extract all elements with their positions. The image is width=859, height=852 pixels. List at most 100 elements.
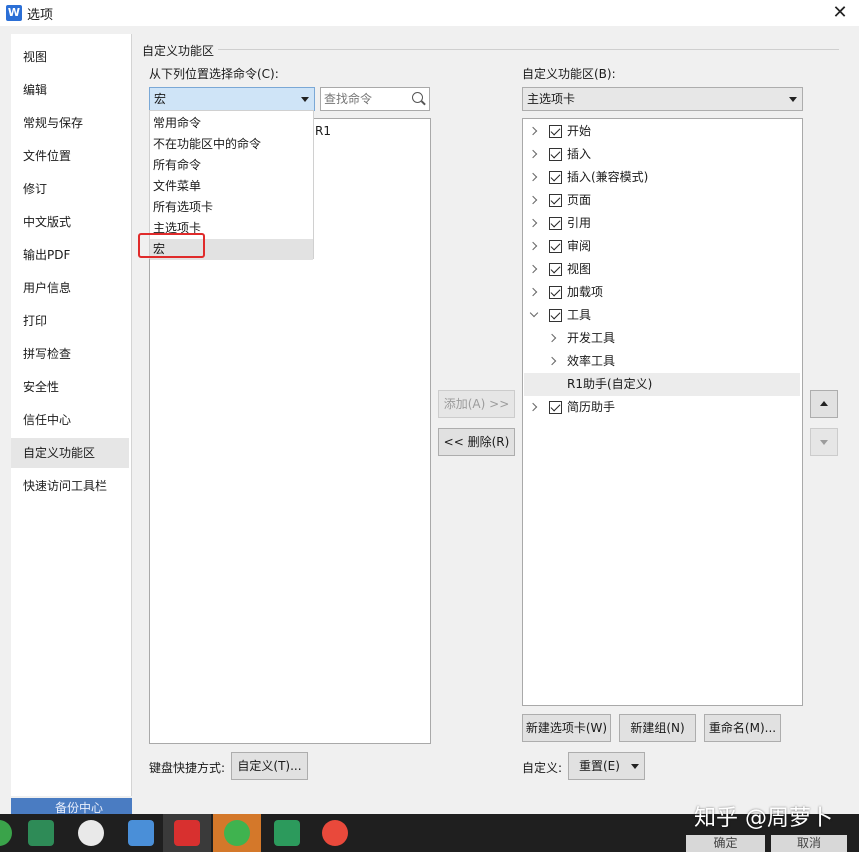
dropdown-option-common-commands[interactable]: 常用命令: [150, 113, 313, 134]
tree-item-efficiency-tools[interactable]: 效率工具: [524, 350, 800, 373]
checkbox-checked-icon[interactable]: [549, 125, 562, 138]
remove-button[interactable]: << 删除(R): [438, 428, 515, 456]
move-down-button[interactable]: [810, 428, 838, 456]
chevron-right-icon[interactable]: [528, 218, 538, 228]
move-up-button[interactable]: [810, 390, 838, 418]
title-bar: W 选项 ✕: [0, 0, 859, 26]
nav-item-revision[interactable]: 修订: [11, 174, 129, 204]
nav-item-general-save[interactable]: 常规与保存: [11, 108, 129, 138]
chrome-app-icon[interactable]: [322, 820, 348, 846]
tree-item-addins[interactable]: 加载项: [524, 281, 800, 304]
nav-item-view[interactable]: 视图: [11, 42, 129, 72]
chevron-right-icon[interactable]: [528, 241, 538, 251]
chevron-right-icon[interactable]: [547, 356, 557, 366]
chevron-right-icon[interactable]: [528, 264, 538, 274]
wps-writer-icon: W: [6, 5, 22, 21]
new-group-button[interactable]: 新建组(N): [619, 714, 696, 742]
checkbox-checked-icon[interactable]: [549, 217, 562, 230]
nav-item-export-pdf[interactable]: 输出PDF: [11, 240, 129, 270]
checkbox-checked-icon[interactable]: [549, 401, 562, 414]
options-dialog: 视图 编辑 常规与保存 文件位置 修订 中文版式 输出PDF 用户信息 打印 拼…: [0, 26, 859, 796]
remote-app-icon[interactable]: [274, 820, 300, 846]
choose-commands-value: 宏: [154, 92, 167, 106]
customize-ribbon-label: 自定义功能区(B):: [522, 67, 616, 81]
keyboard-shortcut-label: 键盘快捷方式:: [149, 761, 226, 775]
tree-item-page[interactable]: 页面: [524, 189, 800, 212]
checkbox-checked-icon[interactable]: [549, 194, 562, 207]
window-title: 选项: [27, 8, 54, 23]
choose-commands-label: 从下列位置选择命令(C):: [149, 67, 279, 81]
chevron-down-icon: [301, 97, 309, 102]
customize-shortcut-button[interactable]: 自定义(T)...: [231, 752, 308, 780]
nav-item-security[interactable]: 安全性: [11, 372, 129, 402]
chevron-right-icon[interactable]: [528, 126, 538, 136]
checkbox-checked-icon[interactable]: [549, 148, 562, 161]
tree-item-review[interactable]: 审阅: [524, 235, 800, 258]
checkbox-checked-icon[interactable]: [549, 263, 562, 276]
nav-item-file-location[interactable]: 文件位置: [11, 141, 129, 171]
add-button[interactable]: 添加(A) >>: [438, 390, 515, 418]
dropdown-option-all-commands[interactable]: 所有命令: [150, 155, 313, 176]
rename-button[interactable]: 重命名(M)...: [704, 714, 781, 742]
chevron-down-icon: [789, 97, 797, 102]
chevron-down-icon[interactable]: [631, 764, 639, 769]
customize-ribbon-value: 主选项卡: [527, 92, 576, 106]
customize-label: 自定义:: [522, 761, 563, 775]
watermark: 知乎 @周萝卜: [694, 806, 833, 831]
nav-item-user-info[interactable]: 用户信息: [11, 273, 129, 303]
tree-item-r1-helper[interactable]: R1助手(自定义): [524, 373, 800, 396]
arrow-up-icon: [820, 401, 828, 406]
tree-item-insert[interactable]: 插入: [524, 143, 800, 166]
highlight-annotation-box: [138, 233, 205, 258]
chevron-right-icon[interactable]: [528, 287, 538, 297]
chevron-down-icon[interactable]: [529, 308, 539, 318]
spreadsheet-app-icon[interactable]: [28, 820, 54, 846]
reset-button[interactable]: 重置(E): [568, 752, 645, 780]
customize-ribbon-combo[interactable]: 主选项卡: [522, 87, 803, 111]
search-icon: [412, 92, 423, 103]
dropdown-option-file-menu[interactable]: 文件菜单: [150, 176, 313, 197]
cancel-button[interactable]: 取消: [771, 835, 847, 852]
calculator-app-icon[interactable]: [128, 820, 154, 846]
tree-item-view[interactable]: 视图: [524, 258, 800, 281]
nav-item-print[interactable]: 打印: [11, 306, 129, 336]
checkbox-checked-icon[interactable]: [549, 171, 562, 184]
nav-item-trust-center[interactable]: 信任中心: [11, 405, 129, 435]
tree-item-developer-tools[interactable]: 开发工具: [524, 327, 800, 350]
tree-item-resume-helper[interactable]: 简历助手: [524, 396, 800, 419]
chevron-right-icon[interactable]: [528, 172, 538, 182]
taskbar-app-icon[interactable]: [0, 820, 12, 846]
arrow-down-icon: [820, 440, 828, 445]
checkbox-checked-icon[interactable]: [549, 309, 562, 322]
checkbox-checked-icon[interactable]: [549, 286, 562, 299]
tree-item-tools[interactable]: 工具: [524, 304, 800, 327]
nav-item-edit[interactable]: 编辑: [11, 75, 129, 105]
tree-item-insert-compat[interactable]: 插入(兼容模式): [524, 166, 800, 189]
wechat-app-icon[interactable]: [224, 820, 250, 846]
dropdown-option-not-in-ribbon[interactable]: 不在功能区中的命令: [150, 134, 313, 155]
checkbox-checked-icon[interactable]: [549, 240, 562, 253]
new-tab-button[interactable]: 新建选项卡(W): [522, 714, 611, 742]
tree-item-references[interactable]: 引用: [524, 212, 800, 235]
options-nav: 视图 编辑 常规与保存 文件位置 修订 中文版式 输出PDF 用户信息 打印 拼…: [11, 34, 132, 796]
chevron-right-icon[interactable]: [528, 195, 538, 205]
list-item-r1[interactable]: R1: [315, 124, 331, 138]
choose-commands-combo[interactable]: 宏: [149, 87, 315, 111]
chevron-right-icon[interactable]: [528, 402, 538, 412]
nav-item-quick-access-toolbar[interactable]: 快速访问工具栏: [11, 471, 129, 501]
reset-label: 重置(E): [579, 759, 620, 773]
dropdown-option-all-tabs[interactable]: 所有选项卡: [150, 197, 313, 218]
chevron-right-icon[interactable]: [528, 149, 538, 159]
chevron-right-icon[interactable]: [547, 333, 557, 343]
wps-app-icon[interactable]: [174, 820, 200, 846]
close-icon[interactable]: ✕: [827, 1, 853, 25]
paint-app-icon[interactable]: [78, 820, 104, 846]
command-search[interactable]: [320, 87, 430, 111]
nav-item-spell-check[interactable]: 拼写检查: [11, 339, 129, 369]
nav-item-customize-ribbon[interactable]: 自定义功能区: [11, 438, 129, 468]
command-search-input[interactable]: [321, 88, 405, 110]
nav-item-chinese-layout[interactable]: 中文版式: [11, 207, 129, 237]
tree-item-start[interactable]: 开始: [524, 120, 800, 143]
ribbon-tree[interactable]: 开始 插入 插入(兼容模式) 页面 引用 审阅 视图 加载项 工具 开发工具 效…: [522, 118, 803, 706]
ok-button[interactable]: 确定: [686, 835, 765, 852]
